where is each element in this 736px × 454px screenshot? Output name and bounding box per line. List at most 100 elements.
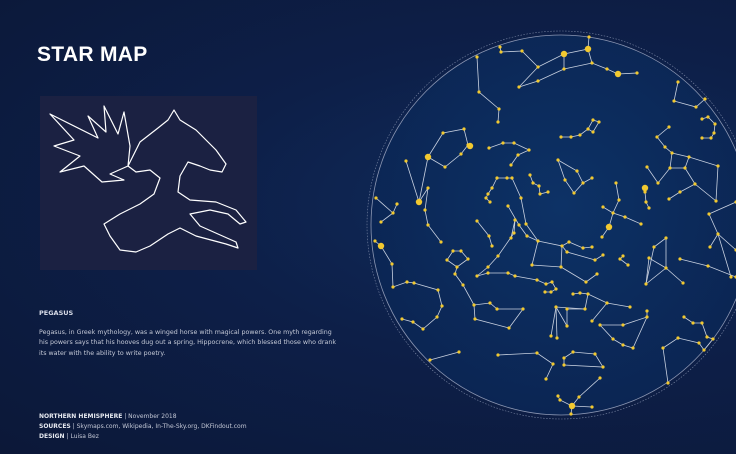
star xyxy=(536,239,540,243)
star xyxy=(379,220,383,224)
star xyxy=(395,202,399,206)
star xyxy=(525,234,529,238)
star xyxy=(700,321,704,325)
star xyxy=(496,254,500,258)
star xyxy=(509,163,513,167)
star xyxy=(590,61,594,65)
star xyxy=(477,90,481,94)
star xyxy=(457,350,461,354)
star xyxy=(652,245,656,249)
star xyxy=(391,211,395,215)
star xyxy=(598,323,602,327)
star xyxy=(590,405,594,409)
star xyxy=(549,290,553,294)
bright-star xyxy=(377,242,385,250)
star xyxy=(486,192,490,196)
star xyxy=(575,169,579,173)
star xyxy=(577,395,581,399)
star xyxy=(560,244,564,248)
star xyxy=(705,335,709,339)
star xyxy=(556,394,560,398)
star xyxy=(645,165,649,169)
star xyxy=(404,159,408,163)
star xyxy=(501,141,505,145)
star xyxy=(666,381,670,385)
star xyxy=(559,265,563,269)
star xyxy=(443,165,447,169)
star xyxy=(441,131,445,135)
bright-star xyxy=(424,153,432,161)
star xyxy=(605,301,609,305)
star xyxy=(530,263,534,267)
star xyxy=(571,292,575,296)
star xyxy=(531,181,535,185)
star xyxy=(678,190,682,194)
star xyxy=(578,133,582,137)
star xyxy=(544,377,548,381)
star xyxy=(538,192,542,196)
star xyxy=(676,80,680,84)
star xyxy=(536,65,540,69)
star xyxy=(591,130,595,134)
star xyxy=(549,334,553,338)
star xyxy=(562,356,566,360)
star xyxy=(475,274,479,278)
star xyxy=(517,223,521,227)
star xyxy=(683,166,687,170)
star xyxy=(693,182,697,186)
star xyxy=(707,212,711,216)
star xyxy=(572,191,576,195)
star xyxy=(426,186,430,190)
star xyxy=(565,324,569,328)
star xyxy=(614,181,618,185)
star xyxy=(664,266,668,270)
star xyxy=(676,336,680,340)
star xyxy=(512,231,516,235)
star xyxy=(565,250,569,254)
star xyxy=(713,122,717,126)
star xyxy=(664,236,668,240)
star xyxy=(473,317,477,321)
star xyxy=(496,120,500,124)
bright-star xyxy=(568,402,576,410)
star xyxy=(672,99,676,103)
star xyxy=(595,272,599,276)
star xyxy=(587,35,591,39)
bright-star xyxy=(466,142,474,150)
star xyxy=(691,321,695,325)
star xyxy=(488,301,492,305)
star xyxy=(505,176,509,180)
star xyxy=(554,287,558,291)
star xyxy=(466,257,470,261)
star xyxy=(621,323,625,327)
star xyxy=(484,196,488,200)
star xyxy=(488,200,492,204)
star xyxy=(461,283,465,287)
star xyxy=(498,45,502,49)
bright-star xyxy=(560,50,568,58)
star xyxy=(583,307,587,311)
star xyxy=(405,280,409,284)
star xyxy=(527,148,531,152)
star xyxy=(436,288,440,292)
star xyxy=(667,197,671,201)
star xyxy=(411,320,415,324)
star xyxy=(605,67,609,71)
star xyxy=(598,376,602,380)
star xyxy=(462,127,466,131)
star xyxy=(703,97,707,101)
star xyxy=(555,336,559,340)
star xyxy=(682,315,686,319)
star xyxy=(626,263,630,267)
star xyxy=(440,304,444,308)
star xyxy=(645,309,649,313)
star xyxy=(569,135,573,139)
star xyxy=(439,240,443,244)
star xyxy=(497,107,501,111)
star xyxy=(655,135,659,139)
star xyxy=(562,363,566,367)
star xyxy=(400,317,404,321)
star xyxy=(591,118,595,122)
star xyxy=(700,136,704,140)
star xyxy=(535,278,539,282)
